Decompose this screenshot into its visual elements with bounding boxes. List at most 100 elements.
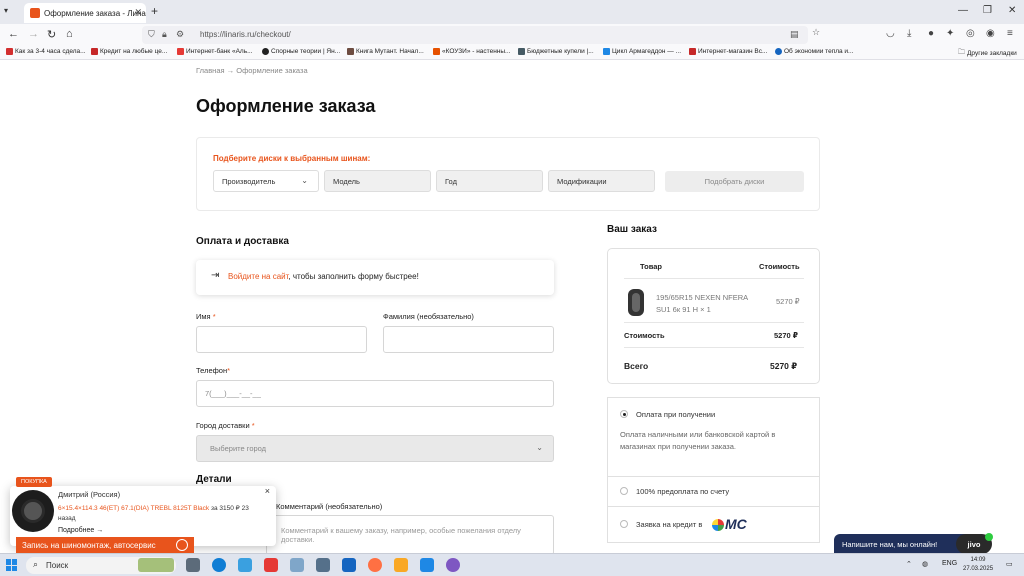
name-field[interactable] [196, 326, 367, 353]
required-mark: * [212, 312, 216, 321]
year-select[interactable]: Год [436, 170, 543, 192]
close-icon[interactable]: × [265, 486, 270, 496]
payment-option-prepay[interactable]: 100% предоплата по счету [636, 487, 729, 496]
modification-select[interactable]: Модификации [548, 170, 655, 192]
site-favicon-icon [30, 8, 40, 18]
comment-textarea[interactable]: Комментарий к вашему заказу, например, о… [266, 515, 554, 553]
tray-arrow-icon[interactable]: ⌃ [906, 560, 912, 568]
details-title: Детали [196, 474, 232, 485]
bookmark-favicon-icon [177, 48, 184, 55]
bookmark-item[interactable]: Интернет-банк «Аль... [177, 48, 253, 55]
permissions-icon[interactable]: ⚙ [176, 29, 184, 40]
navigation-bar: ← → ↻ ⌂ ⛉ 🔒︎ ⚙ https://linaris.ru/checko… [0, 24, 1024, 46]
bookmark-favicon-icon [262, 48, 269, 55]
bookmark-item[interactable]: «КОУЗИ» - настенны... [433, 48, 510, 55]
order-item-name[interactable]: 195/65R15 NEXEN NFERA SU1 6к 91 H × 1 [656, 292, 760, 316]
phone-label: Телефон* [196, 366, 231, 375]
city-label: Город доставки * [196, 421, 255, 430]
yandex-icon[interactable] [264, 558, 278, 572]
payment-cash-description: Оплата наличными или банковской картой в… [620, 430, 776, 451]
divider [608, 476, 819, 477]
menu-icon[interactable]: ≡ [1007, 28, 1013, 39]
login-prompt-text: , чтобы заполнить форму быстрее! [288, 272, 419, 281]
surname-field[interactable] [383, 326, 554, 353]
start-icon[interactable] [6, 559, 18, 571]
breadcrumb: Главная → Оформление заказа [196, 66, 308, 75]
popup-more-link[interactable]: Подробнее → [58, 527, 103, 534]
notifications-icon[interactable]: ▭ [1006, 560, 1013, 568]
bookmark-item[interactable]: Спорные теории | Ян... [262, 48, 340, 55]
restore-icon[interactable]: ❐ [983, 5, 992, 16]
wheel-thumbnail[interactable] [12, 490, 54, 532]
reader-view-icon[interactable]: ▤ [790, 29, 799, 40]
phone-field[interactable]: 7(___)___-__-__ [196, 380, 554, 407]
payment-option-credit[interactable]: Заявка на кредит в [636, 520, 702, 529]
shield-icon[interactable]: ⛉ [148, 29, 155, 40]
payment-radio-prepay[interactable] [620, 487, 628, 495]
network-icon[interactable]: ◍ [922, 560, 928, 568]
login-link[interactable]: Войдите на сайт [228, 272, 288, 281]
online-indicator-icon [985, 533, 993, 541]
store-icon[interactable] [238, 558, 252, 572]
comment-label: Комментарий (необязательно) [276, 502, 383, 511]
url-text[interactable]: https://linaris.ru/checkout/ [200, 30, 291, 39]
manufacturer-select[interactable]: Производитель ⌄ [213, 170, 319, 192]
app-icon[interactable] [290, 558, 304, 572]
app-icon[interactable] [446, 558, 460, 572]
calculator-icon[interactable] [316, 558, 330, 572]
news-widget-icon[interactable] [138, 558, 174, 572]
clock[interactable]: 14:09 27.03.2025 [963, 556, 993, 574]
extensions-icon[interactable]: ✦ [946, 28, 954, 39]
bookmark-item[interactable]: Об экономии тепла и... [775, 48, 853, 55]
app-icon[interactable] [420, 558, 434, 572]
edge-icon[interactable] [212, 558, 226, 572]
model-select[interactable]: Модель [324, 170, 431, 192]
payment-option-cash[interactable]: Оплата при получении [636, 410, 715, 419]
breadcrumb-home[interactable]: Главная [196, 66, 225, 75]
home-icon[interactable]: ⌂ [66, 28, 73, 40]
profile-icon[interactable]: ◉ [986, 28, 995, 39]
bookmark-favicon-icon [518, 48, 525, 55]
tire-thumbnail[interactable] [628, 289, 644, 316]
close-window-icon[interactable]: ✕ [1008, 5, 1016, 16]
account-icon[interactable]: ● [928, 28, 934, 39]
bookmark-item[interactable]: Цикл Армагеддон — ... [603, 48, 681, 55]
bookmark-item[interactable]: Бюджетные купели |... [518, 48, 594, 55]
minimize-icon[interactable]: — [958, 5, 968, 16]
bookmark-item[interactable]: Кредит на любые це... [91, 48, 167, 55]
payment-radio-cash[interactable] [620, 410, 628, 418]
close-tab-icon[interactable]: ✕ [134, 7, 142, 18]
bookmark-item[interactable]: Как за 3-4 часа сдела... [6, 48, 86, 55]
bookmark-item[interactable]: Интернет-магазин Вс... [689, 48, 767, 55]
file-explorer-icon[interactable] [394, 558, 408, 572]
pocket-icon[interactable]: ◡ [886, 28, 895, 39]
payment-methods: Оплата при получении Оплата наличными ил… [607, 397, 820, 543]
bookmark-item[interactable]: Книга Мутант. Начал... [347, 48, 424, 55]
task-view-icon[interactable] [186, 558, 200, 572]
url-bar[interactable]: ⛉ 🔒︎ ⚙ https://linaris.ru/checkout/ ▤ [142, 26, 808, 44]
bookmark-favicon-icon [775, 48, 782, 55]
keyboard-language[interactable]: ENG [942, 560, 957, 567]
new-tab-icon[interactable]: + [151, 4, 158, 18]
col-cost: Стоимость [759, 262, 800, 271]
pick-disks-button[interactable]: Подобрать диски [665, 171, 804, 192]
firefox-icon[interactable] [368, 558, 382, 572]
other-bookmarks[interactable]: 🗀 Другие закладки [958, 48, 1017, 59]
vpn-icon[interactable]: ◎ [966, 28, 975, 39]
bookmark-star-icon[interactable]: ☆ [812, 27, 820, 38]
back-icon[interactable]: ← [8, 28, 19, 40]
tab-list-icon[interactable]: ▾ [4, 6, 8, 15]
forward-icon[interactable]: → [28, 28, 39, 40]
downloads-icon[interactable]: ⤓ [907, 28, 911, 39]
lock-icon[interactable]: 🔒︎ [162, 29, 167, 40]
city-select[interactable]: Выберите город ⌄ [196, 435, 554, 462]
purchase-product-link[interactable]: 6×15.4×114.3 46(ET) 67.1(DIA) TREBL 8125… [58, 505, 209, 512]
tab-checkout[interactable]: Оформление заказа - Линарис ✕ [24, 3, 146, 23]
divider [624, 322, 804, 323]
reload-icon[interactable]: ↻ [47, 28, 56, 41]
service-booking-button[interactable]: Запись на шиномонтаж, автосервис [16, 537, 194, 553]
subtotal-label: Стоимость [624, 331, 665, 340]
payment-radio-credit[interactable] [620, 520, 628, 528]
app-icon[interactable] [342, 558, 356, 572]
order-item-qty: × 1 [700, 305, 711, 314]
